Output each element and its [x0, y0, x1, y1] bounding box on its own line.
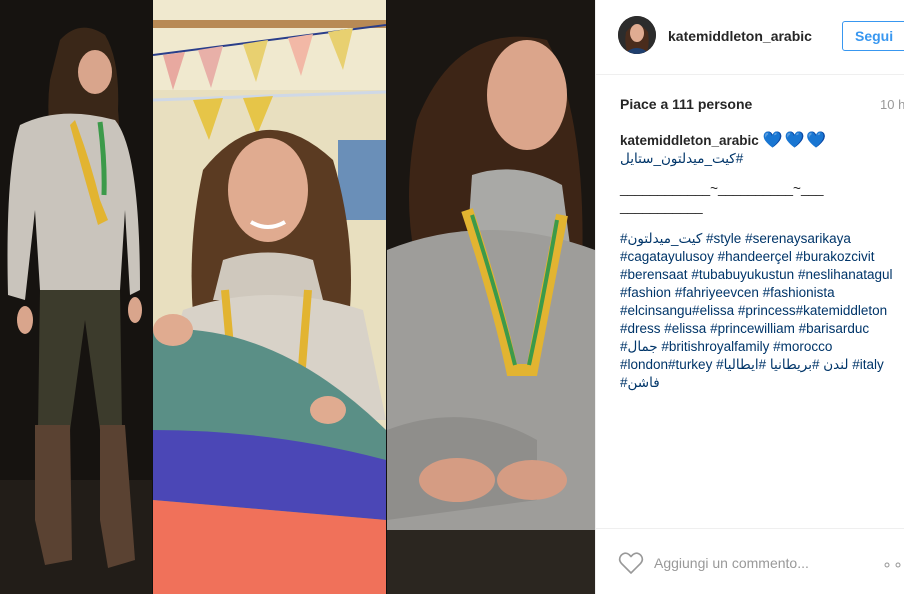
- hashtag-link[interactable]: #كيت_ميدلتون: [620, 231, 702, 246]
- photo-panel-2-image: [153, 0, 386, 594]
- hashtag-list: #كيت_ميدلتون #style #serenaysarikaya #ca…: [620, 230, 904, 392]
- hashtag-link[interactable]: #فاشن: [620, 375, 660, 390]
- hashtag-link[interactable]: #ايطاليا: [724, 357, 767, 372]
- hashtag-link[interactable]: #fashion: [620, 285, 671, 300]
- caption-username[interactable]: katemiddleton_arabic: [620, 133, 759, 148]
- photo-panel-2: [153, 0, 386, 594]
- hashtag-link[interactable]: #dress: [620, 321, 661, 336]
- hashtag-link[interactable]: #fahriyeevcen: [675, 285, 759, 300]
- photo-panel-1-image: [0, 0, 152, 594]
- caption-first-hashtag[interactable]: #كيت_ميدلتون_ستايل: [620, 151, 743, 166]
- hashtag-link[interactable]: #burakozcivit: [796, 249, 875, 264]
- hashtag-link[interactable]: #serenaysarikaya: [745, 231, 851, 246]
- hashtag-link[interactable]: #handeerçel: [718, 249, 792, 264]
- comment-bar: ∘∘∘: [596, 528, 904, 595]
- avatar-image: [618, 16, 656, 54]
- post-username[interactable]: katemiddleton_arabic: [668, 28, 812, 44]
- hashtag-link[interactable]: #morocco: [773, 339, 832, 354]
- hashtag-link[interactable]: #princess#katemiddleton: [738, 303, 887, 318]
- post-photo[interactable]: [0, 0, 595, 594]
- caption-divider-text: ____________~__________~___ ___________: [620, 181, 824, 214]
- post-header: katemiddleton_arabic Segui: [596, 0, 904, 75]
- hashtag-link[interactable]: #barisarduc: [799, 321, 870, 336]
- hashtag-link[interactable]: #fashionista: [763, 285, 835, 300]
- hashtag-link[interactable]: #cagatayulusoy: [620, 249, 714, 264]
- photo-panel-3-image: [387, 0, 595, 594]
- photo-panel-1: [0, 0, 152, 594]
- comment-input[interactable]: [654, 551, 874, 575]
- caption-divider: ____________~__________~___ ___________: [620, 180, 882, 216]
- post-timestamp[interactable]: 10 h: [880, 97, 904, 112]
- hashtag-link[interactable]: #بريطانيا: [770, 357, 820, 372]
- blue-hearts-emoji: 💙💙💙: [762, 132, 829, 149]
- hashtag-link[interactable]: #britishroyalfamily: [661, 339, 769, 354]
- likes-count[interactable]: Piace a 111 persone: [620, 96, 752, 112]
- hashtag-link[interactable]: #berensaat: [620, 267, 688, 282]
- hashtag-link[interactable]: #neslihanatagul: [798, 267, 893, 282]
- follow-button[interactable]: Segui: [842, 21, 904, 51]
- hashtag-link[interactable]: #جمال: [620, 339, 658, 354]
- heart-outline-icon[interactable]: [618, 551, 644, 575]
- hashtag-link[interactable]: #style: [706, 231, 741, 246]
- more-options-icon[interactable]: ∘∘∘: [882, 555, 904, 574]
- hashtag-link[interactable]: #elissa: [664, 321, 706, 336]
- photo-panel-3: [387, 0, 595, 594]
- avatar[interactable]: [618, 16, 656, 54]
- hashtag-link[interactable]: #elcinsangu#elissa: [620, 303, 734, 318]
- hashtag-link[interactable]: #london#turkey: [620, 357, 712, 372]
- post-caption: katemiddleton_arabic 💙💙💙 #كيت_ميدلتون_ست…: [620, 132, 904, 392]
- hashtag-link[interactable]: #italy: [852, 357, 884, 372]
- hashtag-link[interactable]: #princewilliam: [710, 321, 795, 336]
- hashtag-link[interactable]: #tubabuyukustun: [691, 267, 794, 282]
- post-details: katemiddleton_arabic Segui Piace a 111 p…: [595, 0, 904, 594]
